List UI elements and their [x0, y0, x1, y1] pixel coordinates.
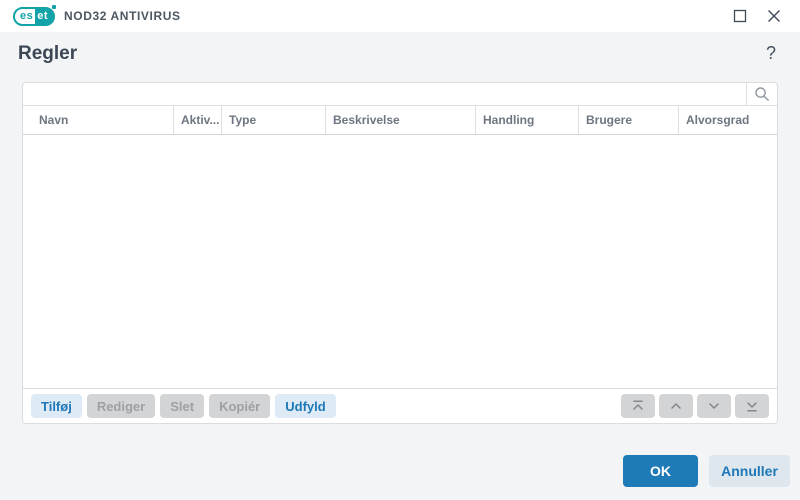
fill-button[interactable]: Udfyld — [275, 394, 336, 418]
table-body-empty — [23, 135, 777, 388]
app-title: NOD32 ANTIVIRUS — [64, 9, 181, 23]
maximize-icon — [733, 9, 747, 23]
move-down-icon — [706, 398, 722, 414]
move-to-bottom-button — [735, 394, 769, 418]
column-header-type[interactable]: Type — [221, 106, 325, 134]
move-up-button — [659, 394, 693, 418]
add-button[interactable]: Tilføj — [31, 394, 82, 418]
search-icon — [754, 86, 770, 102]
titlebar: es et NOD32 ANTIVIRUS — [0, 0, 800, 32]
window-controls — [727, 3, 787, 29]
close-icon — [767, 9, 781, 23]
delete-button: Slet — [160, 394, 205, 418]
eset-logo-mark — [52, 4, 57, 9]
table-header-row: Navn Aktiv... Type Beskrivelse Handling … — [23, 106, 777, 135]
column-header-navn[interactable]: Navn — [23, 106, 173, 134]
move-to-top-button — [621, 394, 655, 418]
copy-button: Kopiér — [209, 394, 271, 418]
page-title: Regler — [18, 43, 78, 64]
search-input[interactable] — [23, 83, 746, 105]
search-button[interactable] — [747, 83, 777, 105]
column-header-brugere[interactable]: Brugere — [578, 106, 678, 134]
eset-logo-text-right: et — [35, 8, 54, 24]
reorder-buttons — [621, 394, 769, 418]
search-bar — [23, 83, 777, 106]
eset-logo: es et — [13, 4, 57, 26]
move-to-top-icon — [630, 398, 646, 414]
edit-button: Rediger — [86, 394, 156, 418]
column-header-handling[interactable]: Handling — [475, 106, 578, 134]
help-icon: ? — [765, 43, 776, 63]
move-down-button — [697, 394, 731, 418]
maximize-button[interactable] — [727, 3, 753, 29]
rules-panel: Navn Aktiv... Type Beskrivelse Handling … — [22, 82, 778, 424]
dialog-action-bar: OK Annuller — [623, 455, 790, 487]
column-header-beskrivelse[interactable]: Beskrivelse — [325, 106, 475, 134]
column-header-alvorsgrad[interactable]: Alvorsgrad — [678, 106, 777, 134]
help-button[interactable]: ? — [766, 43, 776, 63]
move-up-icon — [668, 398, 684, 414]
cancel-button[interactable]: Annuller — [709, 455, 790, 487]
ok-button[interactable]: OK — [623, 455, 698, 487]
page-header: Regler ? — [0, 32, 800, 82]
move-to-bottom-icon — [744, 398, 760, 414]
table-footer-toolbar: Tilføj Rediger Slet Kopiér Udfyld — [23, 388, 777, 423]
column-header-aktiveret[interactable]: Aktiv... — [173, 106, 221, 134]
close-button[interactable] — [761, 3, 787, 29]
eset-logo-text-left: es — [20, 9, 34, 22]
